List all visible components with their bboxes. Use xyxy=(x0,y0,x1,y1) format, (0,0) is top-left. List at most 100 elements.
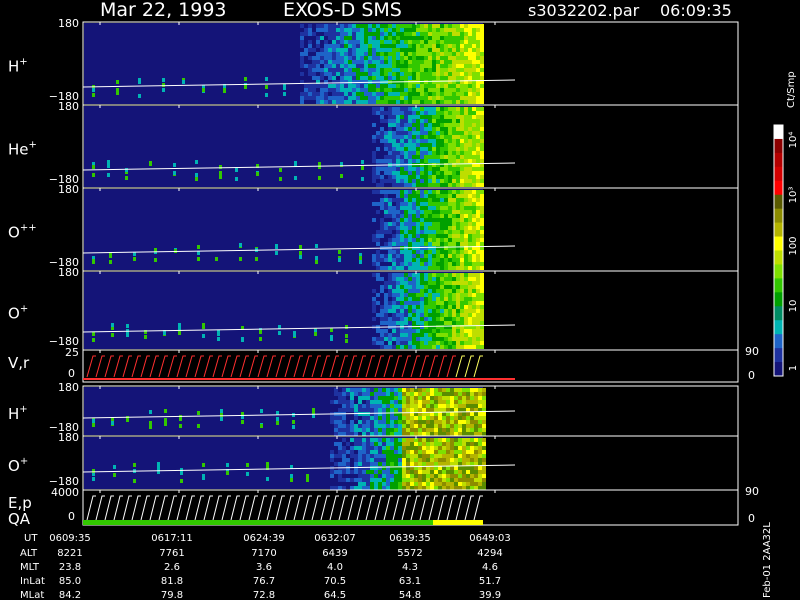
spectrogram-cell xyxy=(406,416,410,420)
spectrogram-cell xyxy=(390,478,394,482)
spectrogram-cell xyxy=(430,400,434,404)
spectrogram-cell xyxy=(476,309,480,313)
spectrogram-cell xyxy=(428,341,432,345)
spectrogram-cell xyxy=(468,48,472,52)
spectrogram-cell xyxy=(366,424,370,428)
spectrogram-cell xyxy=(386,474,390,478)
spectrogram-cell xyxy=(380,135,384,139)
spectrogram-cell xyxy=(440,115,444,119)
spectrogram-cell xyxy=(404,277,408,281)
spectrogram-cell xyxy=(424,119,428,123)
spectrogram-blip xyxy=(283,84,286,88)
spectrogram-cell xyxy=(412,107,416,111)
spectrogram-cell xyxy=(336,44,340,48)
spectrogram-cell xyxy=(364,32,368,36)
colorbar-tick: 10⁴ xyxy=(788,132,799,149)
spectrogram-cell xyxy=(456,68,460,72)
spectrogram-cell xyxy=(468,64,472,68)
spectrogram-cell xyxy=(444,293,448,297)
footer-value: 2.6 xyxy=(164,562,180,573)
spectrogram-cell xyxy=(480,100,484,104)
spectrogram-cell xyxy=(370,396,374,400)
spectrogram-cell xyxy=(396,321,400,325)
spectrogram-cell xyxy=(440,333,444,337)
colorbar-swatch xyxy=(774,166,783,182)
spectrogram-cell xyxy=(382,462,386,466)
spectrogram-cell xyxy=(452,151,456,155)
spectrogram-cell xyxy=(450,446,454,450)
spectrogram-cell xyxy=(422,400,426,404)
spectrogram-cell xyxy=(438,446,442,450)
spectrogram-cell xyxy=(458,400,462,404)
spectrogram-cell xyxy=(432,301,436,305)
footer-value: 7170 xyxy=(251,548,276,559)
spectrogram-cell xyxy=(428,250,432,254)
spectrogram-cell xyxy=(478,486,482,490)
spectrogram-cell xyxy=(460,214,464,218)
spectrogram-cell xyxy=(384,96,388,100)
spectrogram-blip xyxy=(92,477,95,481)
spectrogram-cell xyxy=(428,254,432,258)
spectrogram-cell xyxy=(396,194,400,198)
spectrogram-cell xyxy=(464,143,468,147)
spectrogram-cell xyxy=(412,226,416,230)
spectrogram-cell xyxy=(468,175,472,179)
spectrogram-cell xyxy=(470,428,474,432)
spectrogram-cell xyxy=(416,321,420,325)
spectrogram-cell xyxy=(356,64,360,68)
spectrogram-cell xyxy=(436,198,440,202)
spectrogram-cell xyxy=(394,420,398,424)
spectrogram-cell xyxy=(436,202,440,206)
spectrogram-blip xyxy=(116,88,119,92)
spectrogram-cell xyxy=(428,242,432,246)
spectrogram-cell xyxy=(406,424,410,428)
spectrogram-cell xyxy=(466,404,470,408)
spectrogram-cell xyxy=(408,52,412,56)
spectrogram-cell xyxy=(474,458,478,462)
spectrogram-cell xyxy=(424,301,428,305)
spectrogram-cell xyxy=(408,111,412,115)
spectrogram-cell xyxy=(414,486,418,490)
spectrogram-cell xyxy=(380,68,384,72)
spectrogram-cell xyxy=(450,388,454,392)
spectrogram-cell xyxy=(384,68,388,72)
spectrogram-cell xyxy=(392,123,396,127)
spectrogram-cell xyxy=(396,214,400,218)
spectrogram-cell xyxy=(332,84,336,88)
spectrogram-cell xyxy=(416,285,420,289)
spectrogram-cell xyxy=(346,404,350,408)
spectrogram-cell xyxy=(472,135,476,139)
spectrogram-cell xyxy=(448,72,452,76)
spectrogram-cell xyxy=(436,171,440,175)
spectrogram-cell xyxy=(432,333,436,337)
spectrogram-cell xyxy=(464,301,468,305)
spectrogram-cell xyxy=(320,68,324,72)
spectrogram-cell xyxy=(460,36,464,40)
spectrogram-cell xyxy=(308,48,312,52)
spectrogram-cell xyxy=(376,238,380,242)
spectrogram-cell xyxy=(480,92,484,96)
spectrogram-cell xyxy=(420,345,424,349)
spectrogram-cell xyxy=(412,190,416,194)
spectrogram-cell xyxy=(332,48,336,52)
spectrogram-cell xyxy=(412,48,416,52)
spectrogram-cell xyxy=(388,159,392,163)
spectrogram-cell xyxy=(376,293,380,297)
spectrogram-cell xyxy=(464,214,468,218)
spectrogram-cell xyxy=(394,470,398,474)
spectrogram-cell xyxy=(468,111,472,115)
spectrogram-cell xyxy=(410,454,414,458)
spectrogram-cell xyxy=(358,438,362,442)
spectrogram-cell xyxy=(456,202,460,206)
spectrogram-cell xyxy=(352,24,356,28)
spectrogram-cell xyxy=(380,309,384,313)
spectrogram-cell xyxy=(352,52,356,56)
spectrogram-cell xyxy=(416,230,420,234)
spectrogram-cell xyxy=(424,48,428,52)
spectrogram-cell xyxy=(432,115,436,119)
spectrogram-cell xyxy=(458,420,462,424)
spectrogram-cell xyxy=(342,486,346,490)
spectrogram-cell xyxy=(434,450,438,454)
spectrogram-cell xyxy=(416,40,420,44)
spectrogram-cell xyxy=(304,92,308,96)
